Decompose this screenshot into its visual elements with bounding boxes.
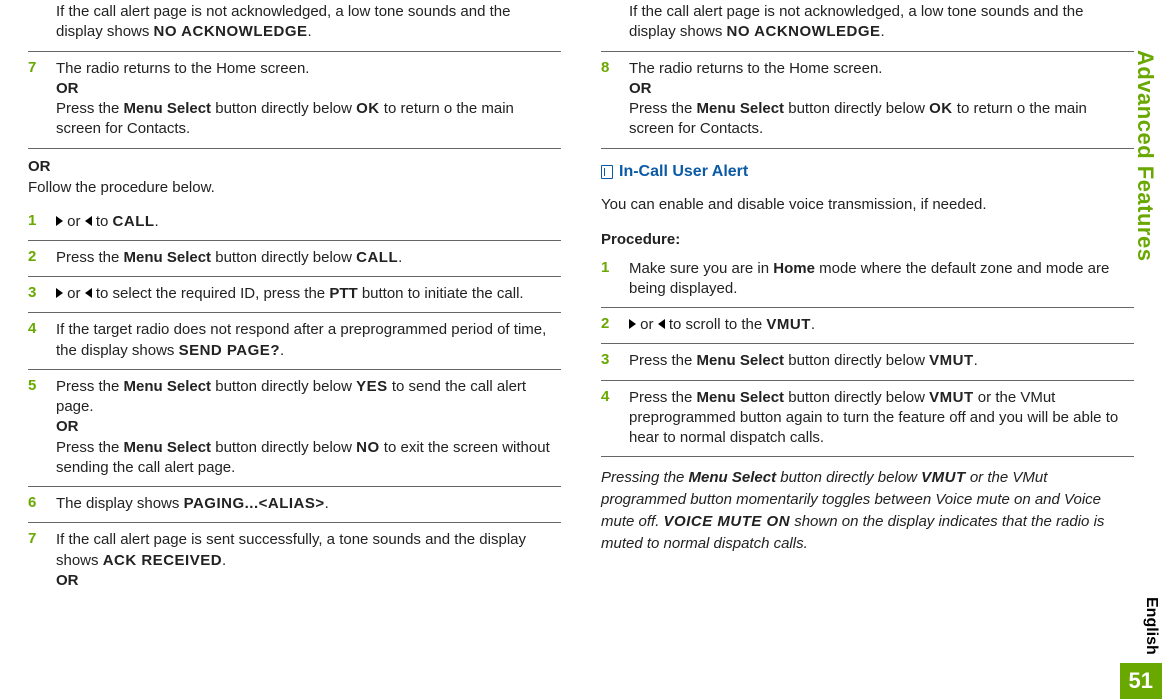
step-number: 2	[601, 315, 619, 335]
step-8: 8 The radio returns to the Home screen. …	[601, 52, 1134, 149]
step-number: 4	[28, 320, 46, 361]
nav-left-icon	[658, 319, 665, 329]
step-b6: 6 The display shows PAGING...<ALIAS>.	[28, 487, 561, 523]
step-number: 3	[28, 284, 46, 304]
intro-text: You can enable and disable voice transmi…	[601, 187, 1134, 222]
continuation-text: If the call alert page is not acknowledg…	[601, 2, 1134, 52]
step-p1: 1 Make sure you are in Home mode where t…	[601, 252, 1134, 309]
step-b2: 2 Press the Menu Select button directly …	[28, 241, 561, 277]
or-block: OR Follow the procedure below.	[28, 149, 561, 205]
step-p3: 3 Press the Menu Select button directly …	[601, 344, 1134, 380]
procedure-label: Procedure:	[601, 222, 1134, 252]
step-body: Make sure you are in Home mode where the…	[629, 259, 1134, 300]
left-column: If the call alert page is not acknowledg…	[28, 0, 561, 599]
manual-icon	[601, 165, 613, 179]
step-b3: 3 or to select the required ID, press th…	[28, 277, 561, 313]
step-body: or to select the required ID, press the …	[56, 284, 561, 304]
step-number: 1	[601, 259, 619, 300]
step-body: Press the Menu Select button directly be…	[629, 351, 1134, 371]
step-b5: 5 Press the Menu Select button directly …	[28, 370, 561, 487]
step-body: Press the Menu Select button directly be…	[56, 248, 561, 268]
content-columns: If the call alert page is not acknowledg…	[28, 0, 1134, 599]
nav-right-icon	[56, 216, 63, 226]
side-section-label: Advanced Features	[1132, 50, 1158, 261]
step-p4: 4 Press the Menu Select button directly …	[601, 381, 1134, 458]
step-body: The radio returns to the Home screen. OR…	[56, 59, 561, 140]
step-b7: 7 If the call alert page is sent success…	[28, 523, 561, 599]
step-body: The display shows PAGING...<ALIAS>.	[56, 494, 561, 514]
step-number: 6	[28, 494, 46, 514]
step-b1: 1 or to CALL.	[28, 205, 561, 241]
step-body: or to scroll to the VMUT.	[629, 315, 1134, 335]
continuation-text: If the call alert page is not acknowledg…	[28, 2, 561, 52]
step-number: 7	[28, 59, 46, 140]
step-number: 1	[28, 212, 46, 232]
nav-left-icon	[85, 288, 92, 298]
step-body: Press the Menu Select button directly be…	[56, 377, 561, 478]
step-body: If the target radio does not respond aft…	[56, 320, 561, 361]
nav-right-icon	[629, 319, 636, 329]
step-7: 7 The radio returns to the Home screen. …	[28, 52, 561, 149]
step-body: If the call alert page is sent successfu…	[56, 530, 561, 591]
step-body: or to CALL.	[56, 212, 561, 232]
step-body: The radio returns to the Home screen. OR…	[629, 59, 1134, 140]
step-number: 8	[601, 59, 619, 140]
step-body: Press the Menu Select button directly be…	[629, 388, 1134, 449]
result-note: Pressing the Menu Select button directly…	[601, 457, 1134, 554]
step-number: 4	[601, 388, 619, 449]
step-number: 7	[28, 530, 46, 591]
step-number: 5	[28, 377, 46, 478]
step-b4: 4 If the target radio does not respond a…	[28, 313, 561, 370]
nav-left-icon	[85, 216, 92, 226]
side-language-label: English	[1142, 597, 1160, 655]
section-heading: In-Call User Alert	[601, 149, 1134, 187]
right-column: If the call alert page is not acknowledg…	[601, 0, 1134, 599]
nav-right-icon	[56, 288, 63, 298]
step-number: 3	[601, 351, 619, 371]
step-number: 2	[28, 248, 46, 268]
step-p2: 2 or to scroll to the VMUT.	[601, 308, 1134, 344]
page-number: 51	[1120, 663, 1162, 699]
